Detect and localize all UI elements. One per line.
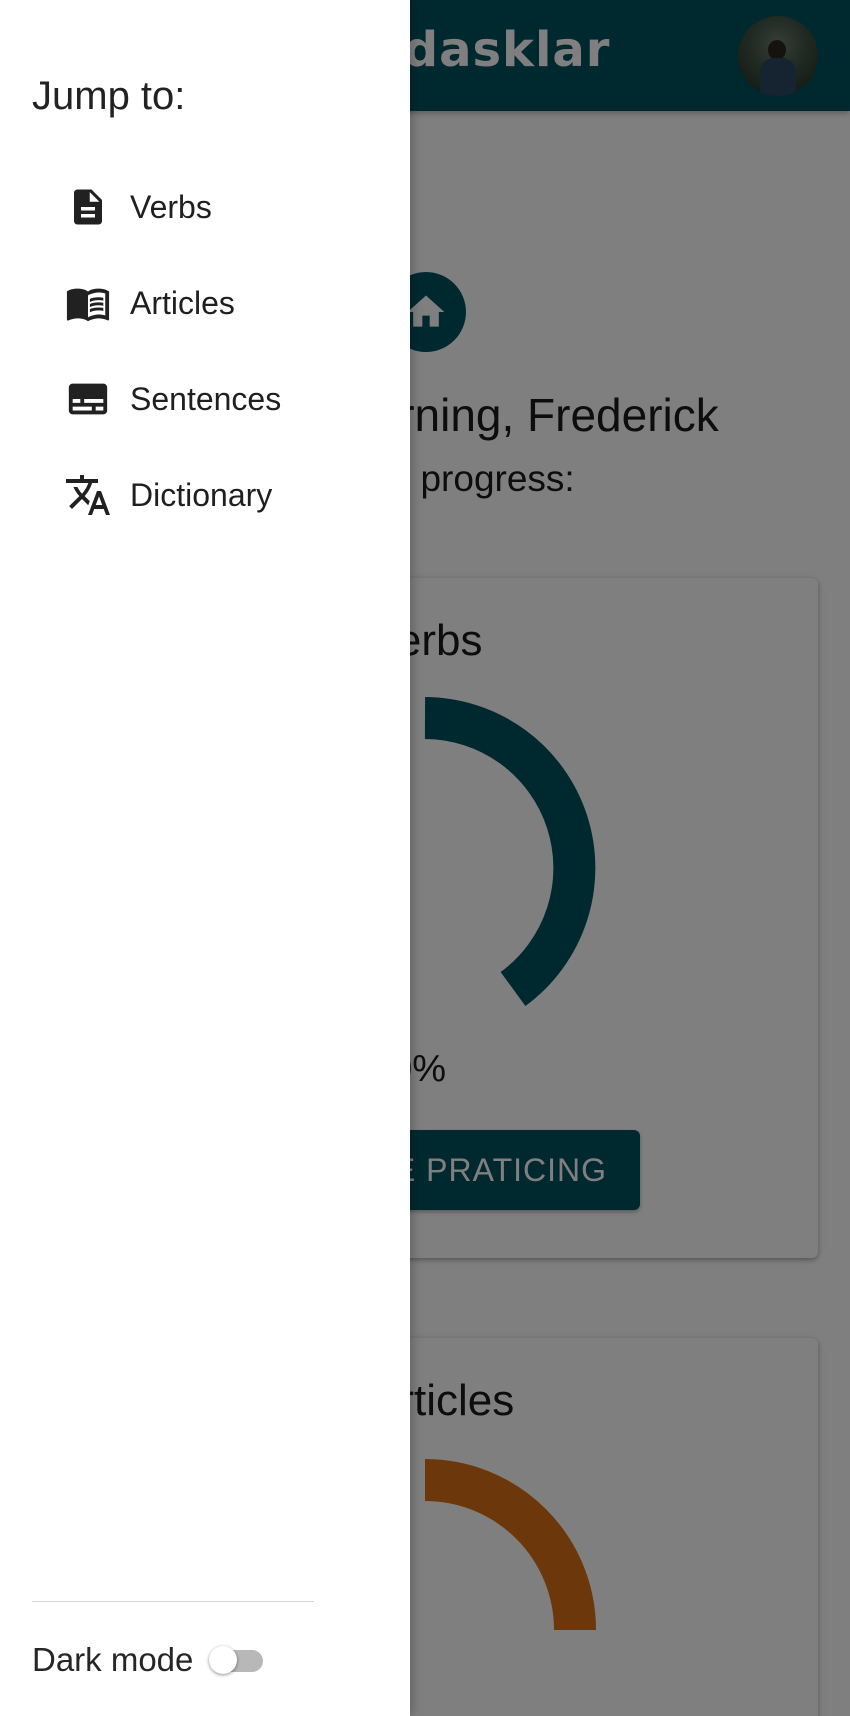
nav-item-label: Verbs: [130, 188, 212, 225]
translate-icon: [60, 467, 116, 523]
dark-mode-toggle[interactable]: [209, 1644, 265, 1676]
drawer-divider: [32, 1601, 314, 1602]
nav-item-label: Articles: [130, 284, 235, 321]
nav-item-label: Dictionary: [130, 476, 273, 513]
dark-mode-label: Dark mode: [32, 1641, 194, 1678]
document-icon: [60, 179, 116, 235]
nav-item-dictionary[interactable]: Dictionary: [60, 460, 390, 530]
book-icon: [60, 275, 116, 331]
nav-item-sentences[interactable]: Sentences: [60, 364, 390, 434]
nav-item-articles[interactable]: Articles: [60, 268, 390, 338]
subtitles-icon: [60, 371, 116, 427]
navigation-drawer: Jump to: Verbs Articles Sentences Dictio…: [0, 0, 410, 1716]
dark-mode-row: Dark mode: [32, 1636, 265, 1684]
nav-item-label: Sentences: [130, 380, 282, 417]
nav-item-verbs[interactable]: Verbs: [60, 172, 390, 242]
drawer-header: Jump to:: [32, 74, 186, 118]
